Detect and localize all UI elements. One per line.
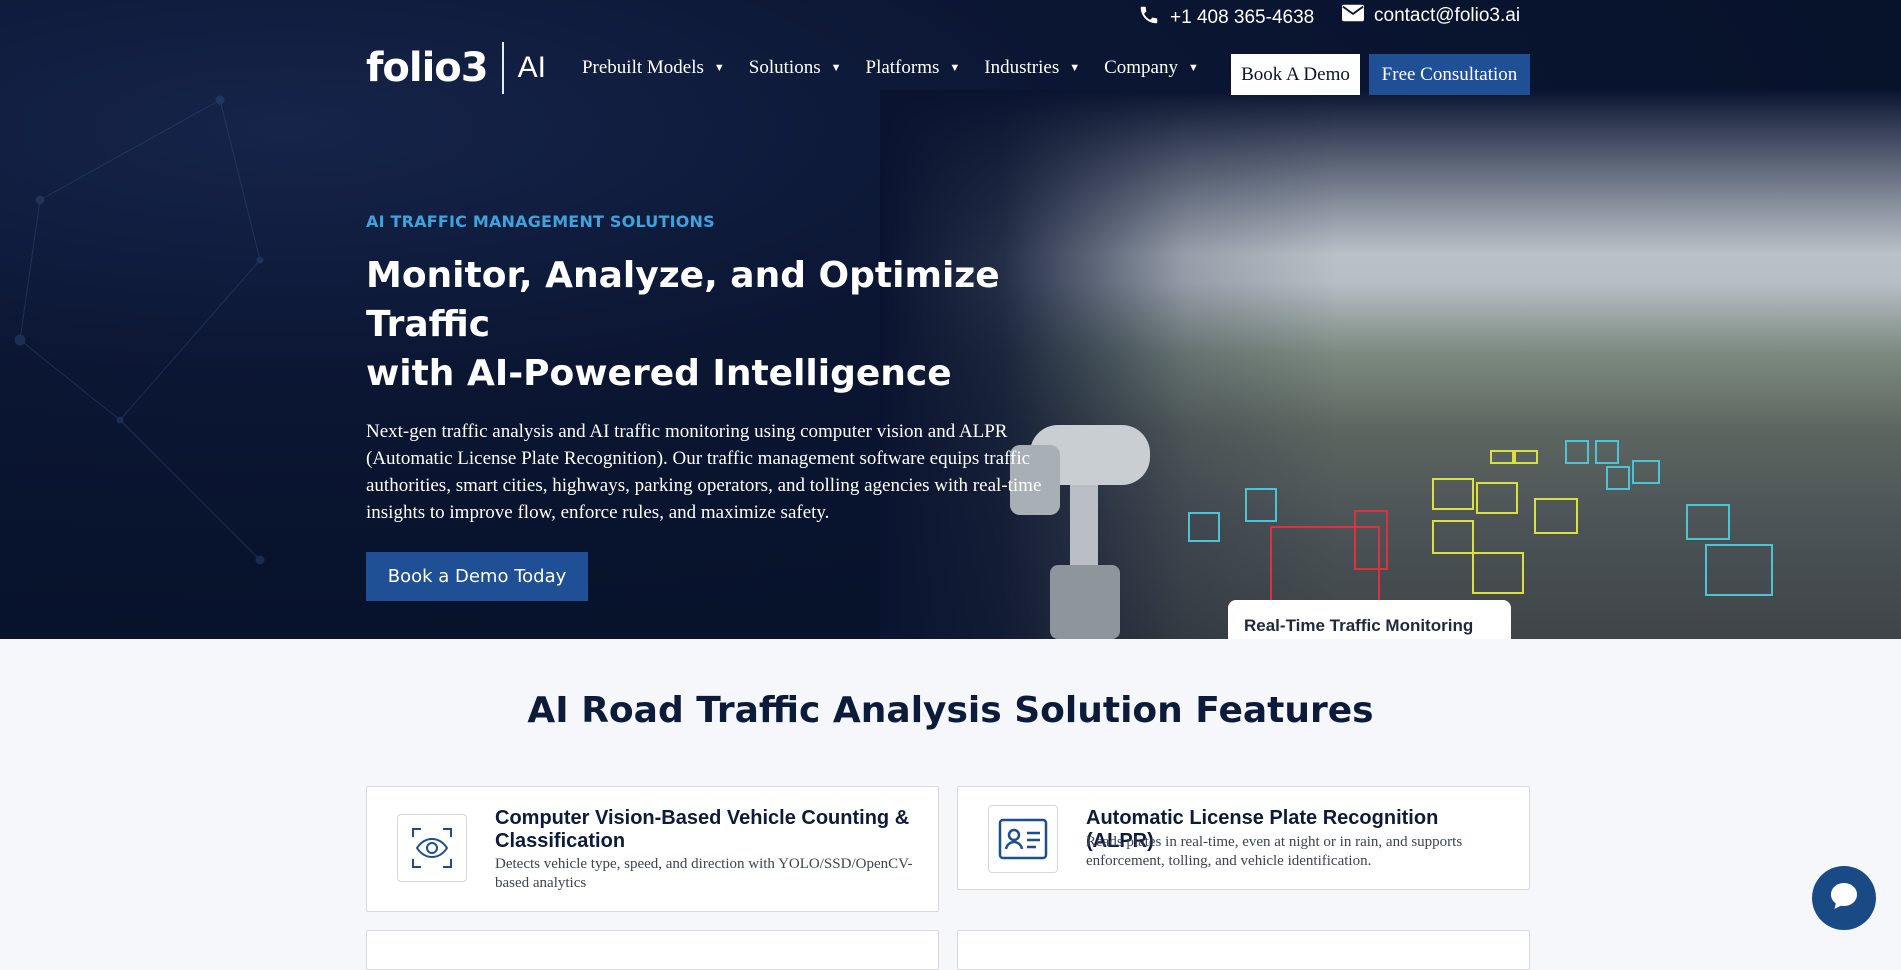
nav-item-solutions[interactable]: Solutions ▼	[737, 57, 854, 79]
nav-item-platforms[interactable]: Platforms ▼	[854, 57, 973, 79]
chat-bubble-icon	[1827, 879, 1861, 917]
eye-scan-icon	[397, 814, 467, 882]
chat-widget-button[interactable]	[1812, 866, 1876, 930]
book-demo-today-button[interactable]: Book a Demo Today	[366, 552, 588, 601]
caret-down-icon: ▼	[1069, 62, 1081, 74]
book-demo-button[interactable]: Book A Demo	[1231, 54, 1360, 95]
nav-item-label: Prebuilt Models	[581, 57, 704, 78]
nav-item-label: Platforms	[865, 57, 940, 78]
hero-content: AI TRAFFIC MANAGEMENT SOLUTIONS Monitor,…	[366, 212, 1066, 601]
free-consultation-button[interactable]: Free Consultation	[1369, 54, 1530, 95]
caret-down-icon: ▼	[949, 62, 961, 74]
phone-icon	[1138, 4, 1160, 32]
feature-card-description: Reads plates in real-time, even at night…	[1086, 834, 1463, 869]
site-logo[interactable]: folio3 AI	[366, 42, 546, 94]
image-caption-tab: Real-Time Traffic Monitoring	[1228, 600, 1511, 639]
hero-eyebrow: AI TRAFFIC MANAGEMENT SOLUTIONS	[366, 212, 715, 231]
logo-wordmark: folio3	[366, 45, 489, 91]
email-link[interactable]: contact@folio3.ai	[1342, 4, 1520, 28]
nav-item-prebuilt-models[interactable]: Prebuilt Models ▼	[570, 57, 737, 79]
logo-divider	[501, 42, 504, 94]
phone-number: +1 408 365-4638	[1170, 7, 1315, 28]
feature-card[interactable]	[957, 930, 1530, 970]
envelope-icon	[1342, 4, 1364, 28]
logo-ai-label: AI	[517, 51, 546, 84]
nav-item-company[interactable]: Company ▼	[1092, 57, 1211, 79]
feature-card[interactable]	[366, 930, 939, 970]
features-section-title: AI Road Traffic Analysis Solution Featur…	[527, 690, 1374, 731]
caret-down-icon: ▼	[713, 62, 725, 74]
hero-headline: Monitor, Analyze, and Optimize Traffic w…	[366, 251, 1066, 398]
feature-card-alpr[interactable]: Automatic License Plate Recognition (ALP…	[957, 786, 1530, 890]
hero-headline-line1: Monitor, Analyze, and Optimize Traffic	[366, 255, 1000, 345]
nav-item-label: Company	[1104, 57, 1178, 78]
hero-section: +1 408 365-4638 contact@folio3.ai folio3…	[0, 0, 1901, 639]
nav-menu: Prebuilt Models ▼ Solutions ▼ Platforms …	[570, 57, 1211, 79]
hero-headline-line2: with AI-Powered Intelligence	[366, 353, 952, 394]
caret-down-icon: ▼	[1188, 62, 1199, 74]
detection-boxes-overlay	[1170, 420, 1790, 620]
feature-card-title: Computer Vision-Based Vehicle Counting &…	[495, 807, 910, 852]
main-navigation: folio3 AI Prebuilt Models ▼ Solutions ▼ …	[366, 42, 1530, 95]
nav-item-label: Industries	[984, 57, 1060, 78]
feature-card-vehicle-counting[interactable]: Computer Vision-Based Vehicle Counting &…	[366, 786, 939, 912]
phone-link[interactable]: +1 408 365-4638	[1138, 4, 1314, 32]
hero-description: Next-gen traffic analysis and AI traffic…	[366, 421, 1042, 523]
nav-item-industries[interactable]: Industries ▼	[972, 57, 1092, 79]
id-card-icon	[988, 805, 1058, 873]
caret-down-icon: ▼	[830, 62, 842, 74]
email-address: contact@folio3.ai	[1374, 5, 1521, 26]
nav-item-label: Solutions	[748, 57, 821, 78]
top-contact-bar: +1 408 365-4638 contact@folio3.ai	[0, 0, 1901, 30]
feature-card-description: Detects vehicle type, speed, and directi…	[495, 856, 913, 891]
